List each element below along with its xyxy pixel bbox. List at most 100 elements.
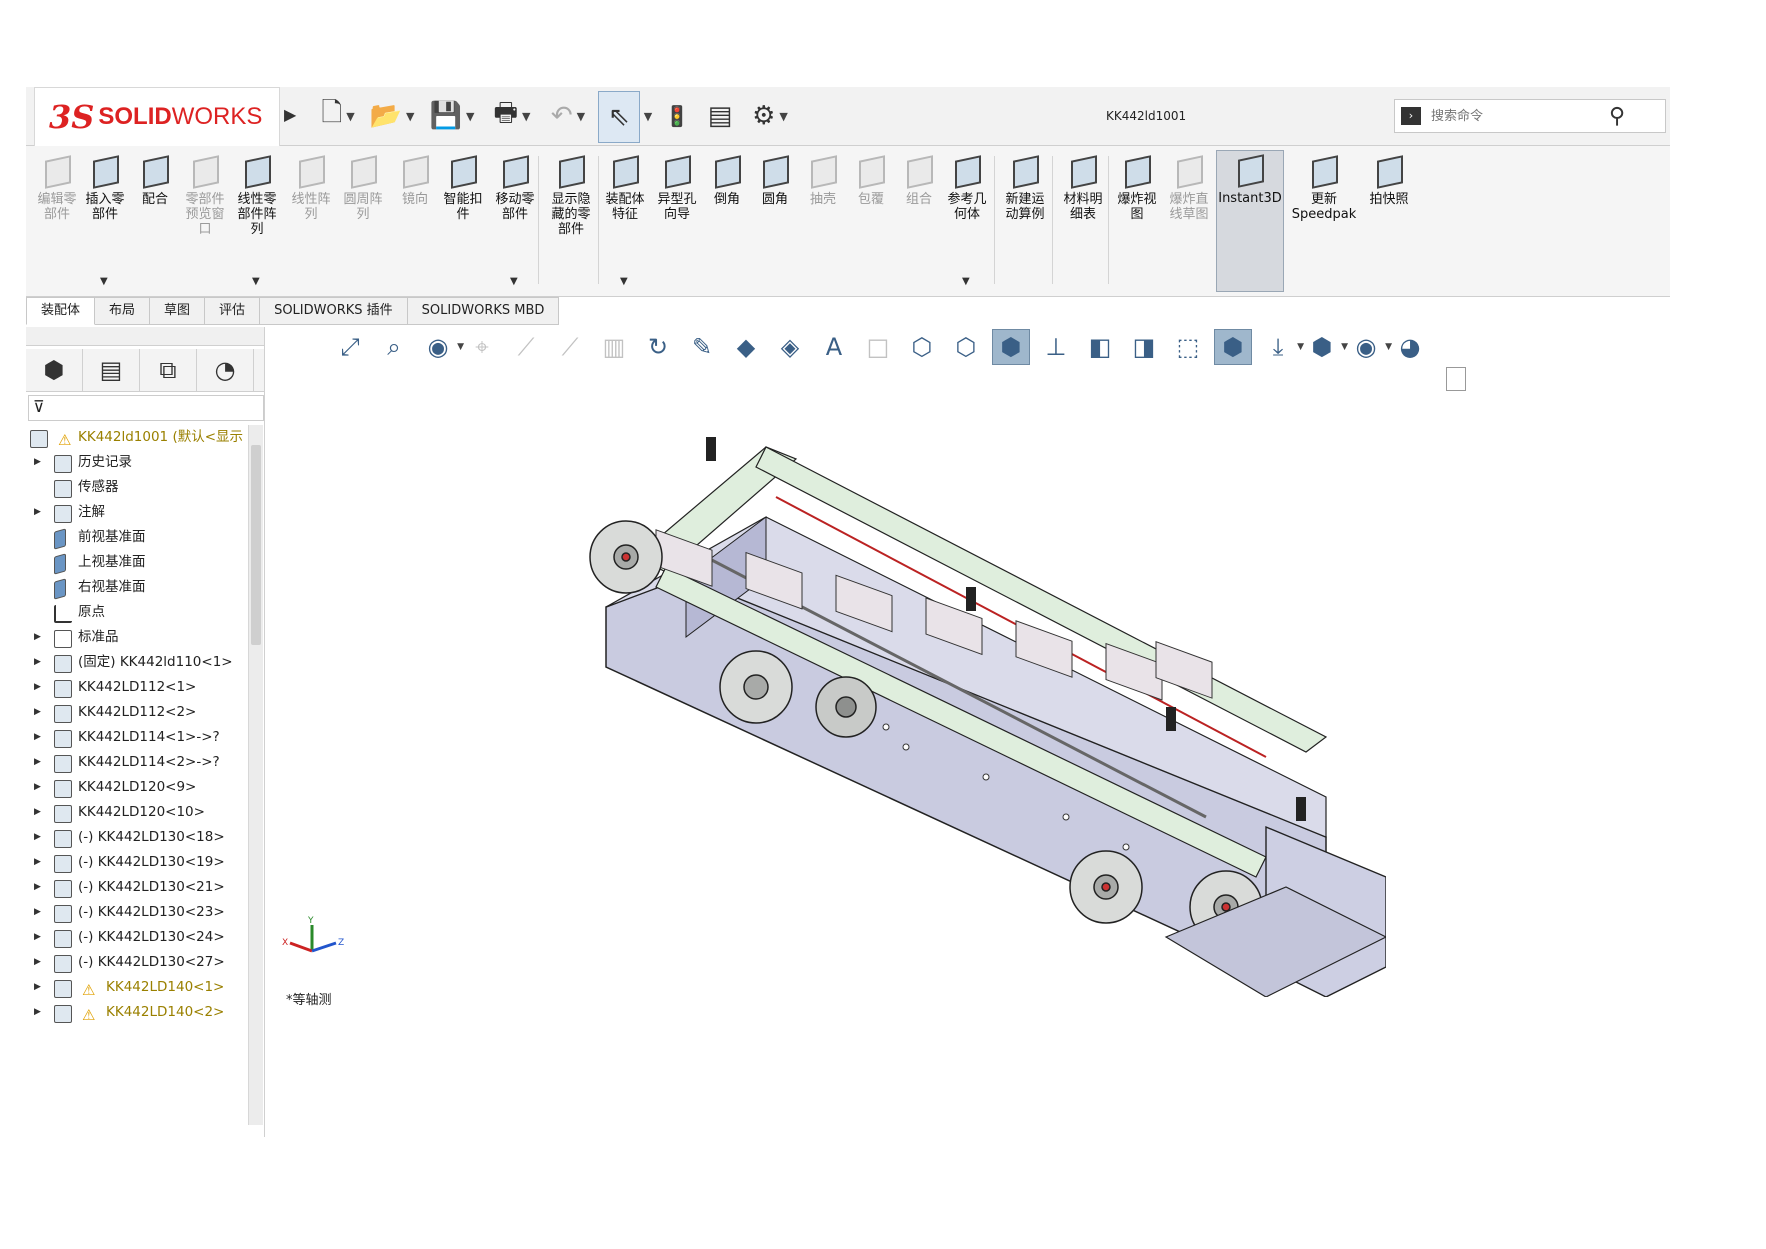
tab-solidworks-addins[interactable]: SOLIDWORKS 插件 <box>260 297 408 325</box>
expand-arrow-icon[interactable]: ▶ <box>34 825 41 850</box>
search-box[interactable]: › ⚲ <box>1394 99 1666 133</box>
show-hidden-components-button[interactable]: 显示隐 藏的零 部件 <box>542 152 600 237</box>
tab-layout[interactable]: 布局 <box>95 297 151 325</box>
new-document-button[interactable]: 🗋 ▼ <box>316 91 360 141</box>
dimxpert-tab-icon[interactable]: ◔ <box>197 349 254 391</box>
expand-arrow-icon[interactable]: ▶ <box>34 500 41 525</box>
tree-item-component[interactable]: ▶ (-) KK442LD130<19> <box>26 850 252 875</box>
move-component-button[interactable]: 移动零 部件 <box>486 152 544 222</box>
circular-pattern-button[interactable]: 圆周阵 列 <box>334 152 392 222</box>
scene-icon[interactable]: A <box>816 330 852 364</box>
tree-item-component[interactable]: ▶ (-) KK442LD130<23> <box>26 900 252 925</box>
tree-item-component[interactable]: ▶ KK442LD114<1>->? <box>26 725 252 750</box>
tree-item-right-plane[interactable]: 右视基准面 <box>26 575 252 600</box>
tab-solidworks-mbd[interactable]: SOLIDWORKS MBD <box>407 297 560 325</box>
component-preview-button[interactable]: 零部件 预览窗 口 <box>176 152 234 237</box>
tree-item-history[interactable]: ▶ 历史记录 <box>26 450 252 475</box>
expand-arrow-icon[interactable]: ▶ <box>34 625 41 650</box>
top-view-icon[interactable]: ◨ <box>1126 330 1162 364</box>
display-style-icon[interactable]: ▥ <box>596 330 632 364</box>
explode-line-sketch-button[interactable]: 爆炸直 线草图 <box>1160 152 1218 222</box>
update-speedpak-button[interactable]: 更新 Speedpak <box>1290 152 1358 222</box>
options-button[interactable]: ⚙ ▼ <box>742 91 798 141</box>
sketch-icon[interactable]: ✎ <box>684 330 720 364</box>
reference-geometry-button[interactable]: 参考几 何体 <box>938 152 996 222</box>
expand-arrow-icon[interactable]: ▶ <box>34 725 41 750</box>
normal-to-icon[interactable]: ⊥ <box>1038 330 1074 364</box>
chevron-down-icon[interactable]: ▼ <box>100 276 108 287</box>
appearance-icon[interactable]: ◈ <box>772 330 808 364</box>
solidworks-logo[interactable]: 3S SOLID WORKS <box>34 87 280 147</box>
rebuild-button[interactable]: 🚦 <box>662 91 692 141</box>
expand-arrow-icon[interactable]: ▶ <box>34 700 41 725</box>
dynamic-annotation-icon[interactable]: ⟋ <box>508 330 544 364</box>
expand-arrow-icon[interactable]: ▶ <box>34 675 41 700</box>
shaded-edges-icon[interactable]: ⬢ <box>992 329 1030 365</box>
tree-item-origin[interactable]: 原点 <box>26 600 252 625</box>
expand-arrow-icon[interactable]: ▶ <box>34 1000 41 1025</box>
instant3d-button[interactable]: Instant3D <box>1216 150 1284 292</box>
isometric-view-icon[interactable]: ⬢ <box>1214 329 1252 365</box>
linear-component-pattern-button[interactable]: 线性零 部件阵 列 <box>228 152 286 237</box>
expand-arrow-icon[interactable]: ▶ <box>34 775 41 800</box>
tree-item-component[interactable]: ▶ (-) KK442LD130<18> <box>26 825 252 850</box>
chevron-down-icon[interactable]: ▼ <box>510 276 518 287</box>
open-button[interactable]: 📂 ▼ <box>366 91 418 141</box>
conveyor-assembly-model[interactable] <box>566 407 1386 997</box>
search-icon[interactable]: ⚲ <box>1609 104 1625 129</box>
search-input[interactable] <box>1429 107 1603 125</box>
expand-arrow-icon[interactable]: ▶ <box>34 900 41 925</box>
wireframe-icon[interactable]: ⬡ <box>904 330 940 364</box>
chevron-down-icon[interactable]: ▼ <box>620 276 628 287</box>
print-button[interactable]: 🖶 ▼ <box>486 91 538 141</box>
menu-expand-arrow-icon[interactable]: ▶ <box>284 105 300 127</box>
configuration-manager-tab-icon[interactable]: ⧉ <box>140 349 197 391</box>
expand-arrow-icon[interactable]: ▶ <box>34 650 41 675</box>
undo-button[interactable]: ↶ ▼ <box>542 91 594 141</box>
visibility-icon[interactable]: ◉ ▼ <box>1348 330 1392 364</box>
tree-item-component[interactable]: ▶ (-) KK442LD130<21> <box>26 875 252 900</box>
box-icon[interactable]: □ <box>860 330 896 364</box>
take-snapshot-button[interactable]: 拍快照 <box>1360 152 1418 207</box>
tree-item-component[interactable]: ▶ (-) KK442LD130<27> <box>26 950 252 975</box>
expand-arrow-icon[interactable]: ▶ <box>34 925 41 950</box>
hide-show-icon[interactable]: ◆ <box>728 330 764 364</box>
right-view-icon[interactable]: ⬚ <box>1170 330 1206 364</box>
zoom-area-icon[interactable]: ⌕ <box>376 330 412 364</box>
view-selector-icon[interactable]: ⤓ ▼ <box>1260 330 1304 364</box>
exploded-view-button[interactable]: 爆炸视 图 <box>1108 152 1166 222</box>
graphics-viewport[interactable]: ⤢ ⌕ ◉ ▼ ⌖ ⟋ ⟋ ▥ ↻ ✎ ◆ ◈ A □ ⬡ ⬡ ⬢ ⊥ ◧ ◨ ⬚… <box>266 327 1670 1137</box>
scrollbar-thumb[interactable] <box>251 445 261 645</box>
tree-item-component[interactable]: ▶ KK442LD112<2> <box>26 700 252 725</box>
expand-arrow-icon[interactable]: ▶ <box>34 800 41 825</box>
tree-item-component[interactable]: ▶ ⚠ KK442LD140<2> <box>26 1000 252 1025</box>
chevron-down-icon[interactable]: ▼ <box>252 276 260 287</box>
panel-splitter[interactable] <box>26 327 264 346</box>
expand-arrow-icon[interactable]: ▶ <box>34 750 41 775</box>
color-wheel-icon[interactable]: ◕ <box>1392 330 1428 364</box>
previous-view-icon[interactable]: ◉ ▼ <box>420 330 464 364</box>
property-manager-tab-icon[interactable]: ▤ <box>83 349 140 391</box>
new-motion-study-button[interactable]: 新建运 动算例 <box>996 152 1054 222</box>
tree-item-standard-parts[interactable]: ▶ 标准品 <box>26 625 252 650</box>
zoom-to-fit-icon[interactable]: ⤢ <box>332 330 368 364</box>
tree-item-component[interactable]: ▶ (-) KK442LD130<24> <box>26 925 252 950</box>
expand-arrow-icon[interactable]: ▶ <box>34 975 41 1000</box>
tree-item-component[interactable]: ▶ ⚠ KK442LD140<1> <box>26 975 252 1000</box>
smart-fasteners-button[interactable]: 智能扣 件 <box>434 152 492 222</box>
front-view-icon[interactable]: ◧ <box>1082 330 1118 364</box>
bill-of-materials-button[interactable]: 材料明 细表 <box>1054 152 1112 222</box>
tree-scrollbar[interactable] <box>248 425 263 1125</box>
save-button[interactable]: 💾 ▼ <box>426 91 478 141</box>
view-orientation-icon[interactable]: ⟋ <box>552 330 588 364</box>
expand-arrow-icon[interactable]: ▶ <box>34 875 41 900</box>
tree-item-component[interactable]: ▶ KK442LD120<9> <box>26 775 252 800</box>
file-properties-button[interactable]: ▤ <box>702 91 738 141</box>
task-pane-toggle-icon[interactable] <box>1446 367 1466 391</box>
section-view-icon[interactable]: ⌖ <box>464 330 500 364</box>
tree-item-component[interactable]: ▶ KK442LD112<1> <box>26 675 252 700</box>
tree-item-component[interactable]: ▶ (固定) KK442ld110<1> <box>26 650 252 675</box>
assembly-features-button[interactable]: 装配体 特征 <box>596 152 654 222</box>
hidden-lines-icon[interactable]: ⬡ <box>948 330 984 364</box>
select-dropdown[interactable]: ▼ <box>638 91 654 141</box>
